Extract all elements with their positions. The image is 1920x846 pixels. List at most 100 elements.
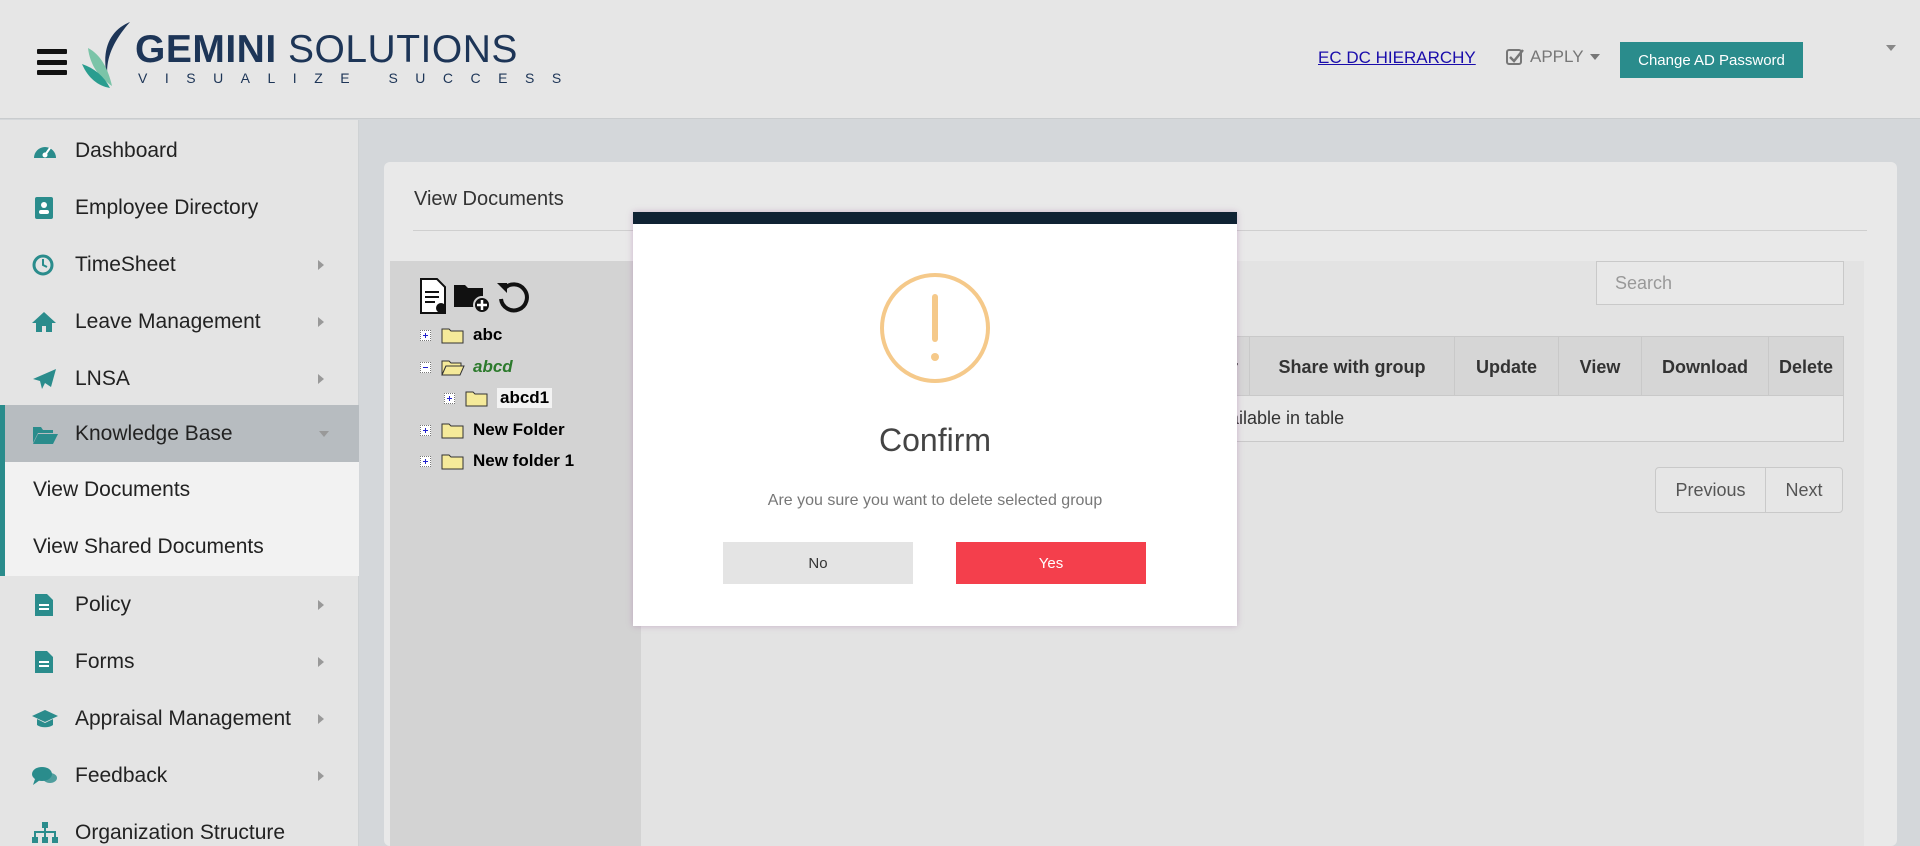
apply-dropdown[interactable]: APPLY (1506, 47, 1600, 67)
collapse-icon[interactable] (420, 361, 431, 373)
chevron-right-icon (318, 600, 324, 610)
sidebar-item-label: Employee Directory (75, 195, 259, 219)
sidebar-item-leave-management[interactable]: Leave Management (0, 293, 359, 350)
sitemap-icon (32, 822, 58, 843)
column-header[interactable]: View (1559, 337, 1642, 397)
sidebar-item-label: Appraisal Management (75, 706, 291, 730)
refresh-icon[interactable] (495, 277, 533, 315)
new-document-icon[interactable] (415, 277, 453, 315)
comments-icon (32, 767, 57, 785)
file-text-icon (35, 594, 53, 616)
sidebar-item-label: TimeSheet (75, 252, 176, 276)
sidebar-subitem-view-shared-documents[interactable]: View Shared Documents (0, 519, 359, 576)
sidebar-subitem-view-documents[interactable]: View Documents (0, 462, 359, 519)
pagination: Previous Next (1655, 467, 1843, 513)
folder-open-icon (33, 427, 58, 444)
check-square-icon (1506, 49, 1524, 65)
sidebar-item-timesheet[interactable]: TimeSheet (0, 236, 359, 293)
folder-icon (441, 328, 464, 344)
sidebar-subitem-label: View Documents (33, 478, 191, 501)
table-empty-message: vailable in table (1220, 408, 1345, 428)
sidebar-item-policy[interactable]: Policy (0, 576, 359, 633)
dialog-top-bar (633, 212, 1237, 224)
tree-node-label: abcd (473, 357, 513, 376)
expand-icon[interactable] (420, 329, 431, 341)
chevron-right-icon (318, 714, 324, 724)
clock-icon (32, 254, 54, 276)
address-book-icon (35, 197, 53, 219)
sidebar-item-label: LNSA (75, 366, 130, 390)
hamburger-menu-icon[interactable] (37, 49, 67, 75)
folder-icon (441, 423, 464, 439)
tree-node-abcd[interactable]: abcd (420, 356, 513, 378)
paper-plane-icon (33, 369, 56, 389)
dialog-title: Confirm (878, 422, 991, 458)
sidebar-item-label: Policy (75, 592, 132, 616)
folder-tree-panel (390, 261, 641, 846)
tree-node-label: New folder 1 (473, 451, 575, 470)
sidebar-item-employee-directory[interactable]: Employee Directory (0, 179, 359, 236)
expand-icon[interactable] (420, 455, 431, 467)
folder-icon (441, 454, 464, 470)
tree-node-new-folder-1[interactable]: New folder 1 (420, 450, 574, 472)
confirm-dialog: Confirm Are you sure you want to delete … (633, 212, 1237, 626)
sidebar-item-label: Feedback (75, 763, 168, 787)
tree-node-label: abc (473, 325, 503, 344)
column-header[interactable]: Update (1455, 337, 1559, 397)
column-header[interactable]: Download (1642, 337, 1769, 397)
sidebar-item-label: Leave Management (75, 309, 261, 333)
sidebar-item-label: Forms (75, 649, 135, 673)
folder-icon (465, 391, 488, 407)
chevron-down-icon (1589, 54, 1600, 60)
expand-icon[interactable] (444, 392, 455, 404)
apply-label: APPLY (1530, 47, 1584, 66)
tree-node-abcd1[interactable]: abcd1 (444, 387, 553, 409)
expand-icon[interactable] (420, 424, 431, 436)
chevron-right-icon (318, 317, 324, 327)
column-header[interactable]: Share with group (1250, 337, 1455, 397)
search-input[interactable] (1596, 261, 1844, 305)
chevron-right-icon (318, 260, 324, 270)
sidebar-item-dashboard[interactable]: Dashboard (0, 122, 359, 179)
chevron-down-icon (319, 431, 329, 437)
sidebar-subitem-label: View Shared Documents (33, 535, 264, 558)
logo-leaf-icon (82, 22, 130, 88)
column-header[interactable]: Delete (1769, 337, 1843, 397)
graduation-cap-icon (32, 710, 58, 728)
tree-node-new-folder[interactable]: New Folder (420, 419, 565, 441)
sidebar-item-forms[interactable]: Forms (0, 633, 359, 690)
chevron-right-icon (318, 657, 324, 667)
add-folder-icon[interactable] (453, 277, 491, 315)
tree-node-label: abcd1 (497, 388, 553, 408)
ec-dc-hierarchy-link[interactable]: EC DC HIERARCHY (1318, 48, 1476, 68)
warning-icon (880, 273, 990, 383)
no-button[interactable]: No (723, 542, 913, 584)
sidebar-item-organization-structure[interactable]: Organization Structure (0, 804, 359, 846)
yes-button[interactable]: Yes (956, 542, 1146, 584)
tree-node-abc[interactable]: abc (420, 324, 502, 346)
dashboard-icon (34, 147, 56, 158)
chevron-right-icon (318, 374, 324, 384)
tree-node-label: New Folder (473, 420, 565, 439)
sidebar-item-label: Dashboard (75, 138, 178, 162)
dialog-message: Are you sure you want to delete selected… (767, 492, 1103, 509)
sidebar-item-label: Organization Structure (75, 820, 286, 844)
sidebar-item-label: Knowledge Base (75, 421, 233, 445)
user-menu-chevron-down-icon[interactable] (1886, 45, 1896, 51)
change-ad-password-button[interactable]: Change AD Password (1620, 42, 1803, 78)
sidebar-item-appraisal-management[interactable]: Appraisal Management (0, 690, 359, 747)
folder-open-icon (441, 360, 465, 376)
previous-page-button[interactable]: Previous (1656, 468, 1766, 512)
page-title: View Documents (414, 188, 564, 210)
next-page-button[interactable]: Next (1766, 468, 1842, 512)
sidebar: Dashboard Employee Directory TimeSheet L… (0, 120, 359, 846)
company-logo[interactable]: GEMINI SOLUTIONS VISUALIZE SUCCESS (80, 20, 570, 90)
sidebar-item-lnsa[interactable]: LNSA (0, 350, 359, 407)
top-header: GEMINI SOLUTIONS VISUALIZE SUCCESS EC DC… (0, 0, 1920, 119)
sidebar-item-knowledge-base[interactable]: Knowledge Base (0, 405, 359, 462)
chevron-right-icon (318, 771, 324, 781)
sidebar-item-feedback[interactable]: Feedback (0, 747, 359, 804)
home-icon (32, 312, 56, 332)
file-text-icon (35, 651, 53, 673)
logo-wordmark: GEMINI SOLUTIONS (135, 28, 518, 71)
